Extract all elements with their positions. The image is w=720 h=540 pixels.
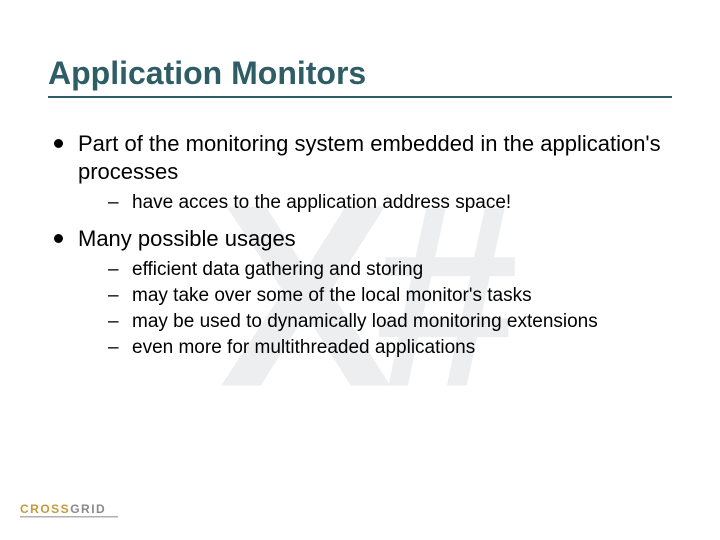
- slide-content: Application Monitors Part of the monitor…: [0, 0, 720, 359]
- sub-list-item: even more for multithreaded applications: [78, 336, 672, 360]
- logo-text-svg: CROSSGRID: [20, 502, 106, 516]
- sub-list-item: may be used to dynamically load monitori…: [78, 310, 672, 334]
- bullet-list: Part of the monitoring system embedded i…: [48, 130, 672, 359]
- list-item-text: Part of the monitoring system embedded i…: [78, 131, 661, 184]
- title-rule: [48, 96, 672, 98]
- list-item: Part of the monitoring system embedded i…: [48, 130, 672, 215]
- sub-list-item: have acces to the application address sp…: [78, 191, 672, 215]
- list-item: Many possible usages efficient data gath…: [48, 225, 672, 360]
- page-title: Application Monitors: [48, 55, 672, 92]
- sub-list: efficient data gathering and storing may…: [78, 258, 672, 359]
- sub-list-item: may take over some of the local monitor'…: [78, 284, 672, 308]
- sub-list: have acces to the application address sp…: [78, 191, 672, 215]
- sub-list-item: efficient data gathering and storing: [78, 258, 672, 282]
- crossgrid-logo: CROSSGRID: [20, 495, 140, 526]
- list-item-text: Many possible usages: [78, 226, 296, 251]
